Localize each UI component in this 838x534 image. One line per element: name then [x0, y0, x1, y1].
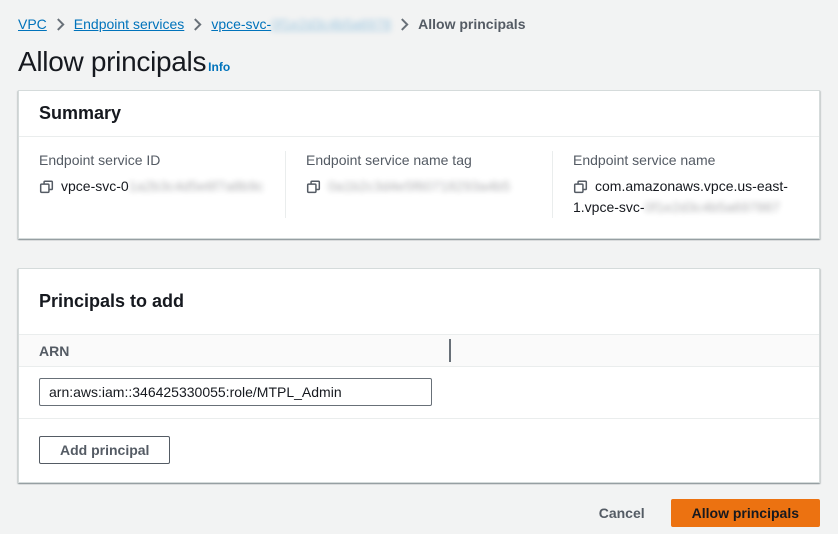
field-value: 0a1b2c3d4e5f60718293a4b5: [306, 176, 532, 197]
principals-card-header: Principals to add: [19, 269, 819, 334]
field-value: vpce-svc-01a2b3c4d5e6f7a8b9c: [39, 176, 265, 197]
summary-card-header: Summary: [19, 91, 819, 137]
breadcrumb-endpoint-services-link[interactable]: Endpoint services: [74, 15, 185, 33]
page-title-row: Allow principals Info: [18, 46, 820, 78]
copy-icon[interactable]: [39, 179, 54, 194]
breadcrumb-chevron-icon: [193, 18, 202, 31]
breadcrumb-service-id-link[interactable]: vpce-svc-0f1e2d3c4b5a6978: [211, 15, 391, 33]
column-resize-divider[interactable]: [449, 339, 451, 362]
copy-icon[interactable]: [306, 179, 321, 194]
add-principal-button[interactable]: Add principal: [39, 436, 170, 464]
principals-card-footer: Add principal: [19, 418, 819, 482]
summary-field-endpoint-service-id: Endpoint service ID vpce-svc-01a2b3c4d5e…: [19, 151, 285, 218]
allow-principals-page: { "colors": { "link": "#0073bb", "primar…: [0, 0, 838, 534]
breadcrumb: VPC Endpoint services vpce-svc-0f1e2d3c4…: [18, 15, 820, 33]
info-link[interactable]: Info: [208, 60, 230, 74]
field-label: Endpoint service name: [573, 151, 799, 169]
field-value-text: vpce-svc-0: [61, 178, 129, 194]
field-value-redacted: 0a1b2c3d4e5f60718293a4b5: [328, 178, 510, 194]
breadcrumb-vpc-link[interactable]: VPC: [18, 15, 47, 33]
field-value: com.amazonaws.vpce.us-east-1.vpce-svc-0f…: [573, 176, 799, 218]
arn-column-header: ARN: [39, 343, 69, 359]
breadcrumb-service-id-prefix: vpce-svc-: [211, 16, 271, 32]
summary-card: Summary Endpoint service ID vpce-svc-01a…: [18, 90, 820, 239]
field-label: Endpoint service ID: [39, 151, 265, 169]
summary-card-body: Endpoint service ID vpce-svc-01a2b3c4d5e…: [19, 137, 819, 238]
copy-icon[interactable]: [573, 179, 588, 194]
arn-column-header-row: ARN: [19, 334, 819, 367]
field-label: Endpoint service name tag: [306, 151, 532, 169]
principals-title: Principals to add: [39, 291, 799, 312]
page-title: Allow principals: [18, 46, 206, 78]
allow-principals-button[interactable]: Allow principals: [671, 499, 820, 527]
field-value-redacted: 0f1e2d3c4b5a697887: [645, 199, 780, 215]
summary-title: Summary: [39, 103, 799, 124]
breadcrumb-chevron-icon: [56, 18, 65, 31]
field-value-redacted: 1a2b3c4d5e6f7a8b9c: [129, 178, 264, 194]
principals-card: Principals to add ARN Add principal: [18, 268, 820, 483]
breadcrumb-service-id-redacted: 0f1e2d3c4b5a6978: [271, 16, 391, 32]
breadcrumb-current-page: Allow principals: [418, 15, 525, 33]
summary-field-endpoint-service-name: Endpoint service name com.amazonaws.vpce…: [552, 151, 819, 218]
page-actions: Cancel Allow principals: [18, 499, 820, 527]
content-area: VPC Endpoint services vpce-svc-0f1e2d3c4…: [0, 0, 838, 527]
cancel-button[interactable]: Cancel: [599, 500, 645, 526]
arn-input-row: [19, 367, 819, 418]
summary-field-endpoint-service-name-tag: Endpoint service name tag 0a1b2c3d4e5f60…: [285, 151, 552, 218]
breadcrumb-chevron-icon: [400, 18, 409, 31]
arn-input[interactable]: [39, 378, 432, 406]
